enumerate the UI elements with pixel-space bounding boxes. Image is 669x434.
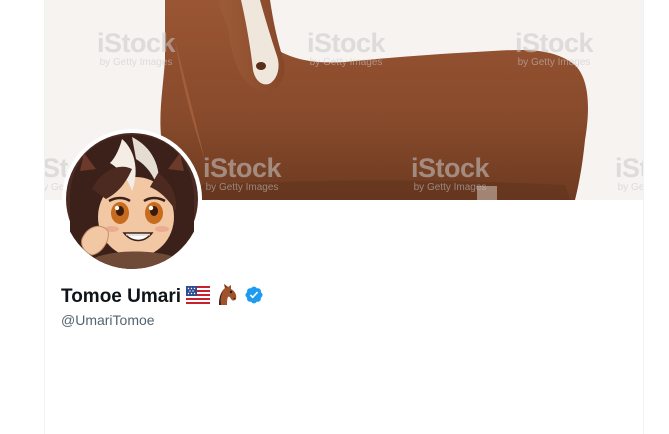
profile-page: iStock by Getty Images iStock by Getty I… <box>0 0 669 434</box>
column-divider-right <box>643 0 644 434</box>
profile-avatar[interactable] <box>62 129 202 269</box>
display-name: Tomoe Umari <box>61 286 182 307</box>
profile-handle: @UmariTomoe <box>61 312 155 328</box>
verified-badge-icon[interactable] <box>244 285 264 310</box>
avatar-illustration <box>62 129 202 269</box>
us-flag-icon <box>186 285 211 309</box>
profile-name-row: Tomoe Umari <box>61 283 264 312</box>
horse-face-icon <box>215 283 239 312</box>
